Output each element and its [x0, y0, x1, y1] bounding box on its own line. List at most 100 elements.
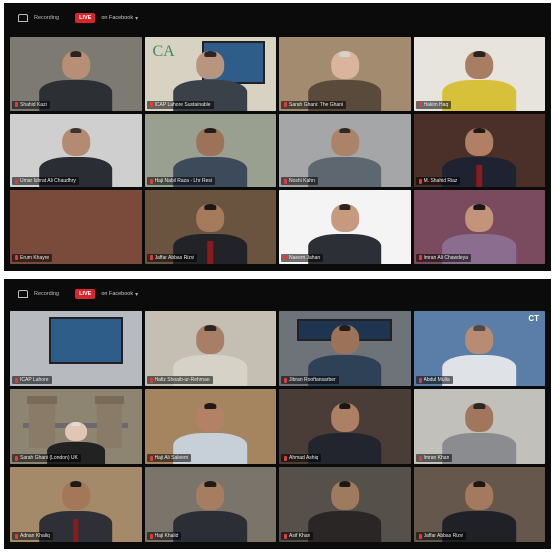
- recording-label: Recording: [34, 15, 60, 21]
- muted-mic-icon: [149, 255, 153, 261]
- participant-tile[interactable]: Jaffar Abbas Rizvi: [144, 190, 276, 264]
- participant-figure: [173, 478, 248, 542]
- participant-name: Naeem Jahan: [289, 254, 321, 261]
- participant-name-tag: Asif Khan: [281, 532, 314, 540]
- participant-tile[interactable]: ICAP Lahore: [10, 311, 142, 386]
- muted-mic-icon: [418, 533, 422, 539]
- participant-tile[interactable]: Shahid Kazi: [10, 37, 142, 111]
- participant-tile[interactable]: Hakim Haq: [413, 37, 545, 111]
- participant-face: [330, 127, 359, 156]
- participant-name-tag: M. Shahid Riaz: [415, 177, 461, 186]
- participant-name-tag: Imran Khan: [415, 454, 453, 462]
- muted-mic-icon: [284, 178, 287, 184]
- muted-mic-icon: [149, 102, 153, 108]
- participant-tile[interactable]: Noshi Kahn: [279, 113, 411, 188]
- participant-tile[interactable]: Hafiz Shoaib-ur-Rehman: [144, 311, 276, 386]
- stream-target[interactable]: on Facebook ▾: [101, 291, 138, 298]
- participant-name-tag: Naeem Jahan: [281, 253, 324, 262]
- participant-face: [465, 204, 494, 233]
- muted-mic-icon: [418, 178, 422, 184]
- participant-tile[interactable]: Umar Ishrat Ali Chaudhry: [10, 113, 142, 188]
- meeting-window-top: Recording LIVE on Facebook ▾ Shahid Kazi…: [4, 3, 551, 271]
- participant-name-tag: Jaffar Abbas Rizvi: [415, 532, 467, 540]
- participant-tile[interactable]: CA ICAP Lahore Sustainable: [144, 37, 276, 111]
- muted-mic-icon: [284, 255, 287, 261]
- participant-name: Hakim Haq: [423, 101, 449, 108]
- muted-mic-icon: [418, 377, 422, 383]
- stream-target[interactable]: on Facebook ▾: [101, 15, 138, 22]
- participant-name: Abdul Mulla: [423, 377, 450, 383]
- participant-face: [465, 403, 494, 432]
- participant-tile[interactable]: Adnan Khaliq: [10, 467, 142, 542]
- participant-tile[interactable]: Sarah Ghani (London) UK: [10, 389, 142, 464]
- participant-name-tag: Ahmad Ashiq: [281, 454, 322, 462]
- necktie: [72, 518, 79, 542]
- participant-name-tag: Hafiz Shoaib-ur-Rehman: [146, 376, 213, 384]
- participant-hair: [473, 51, 486, 57]
- participant-face: [330, 51, 359, 79]
- participant-name: M. Shahid Riaz: [423, 178, 458, 185]
- participant-hair: [338, 127, 351, 134]
- muted-mic-icon: [284, 377, 287, 383]
- participant-name-tag: ICAP Lahore: [12, 376, 52, 384]
- participant-tile[interactable]: Sarah Ghani: The Ghani: [279, 37, 411, 111]
- participant-tile[interactable]: M. Shahid Riaz: [413, 113, 545, 188]
- participant-name: Erum Khayre: [20, 254, 50, 261]
- participant-body: [442, 80, 517, 111]
- live-badge[interactable]: LIVE: [75, 289, 96, 299]
- participant-body: [173, 511, 248, 542]
- participant-name-tag: Umar Ishrat Ali Chaudhry: [12, 177, 79, 186]
- participant-figure: [442, 47, 517, 111]
- participant-face: [196, 204, 225, 233]
- participant-name-tag: Erum Khayre: [12, 253, 53, 262]
- participant-name: ICAP Lahore Sustainable: [154, 101, 211, 108]
- participant-tile[interactable]: Imran Ali Chawdeya: [413, 190, 545, 264]
- participant-hair: [204, 51, 217, 57]
- participant-tile[interactable]: Ahmad Ashiq: [279, 389, 411, 464]
- participant-tile[interactable]: Haji Nabil Raza - Lhr Resi: [144, 113, 276, 188]
- participant-tile[interactable]: EErum Khayre: [10, 190, 142, 264]
- participant-hair: [69, 127, 82, 134]
- participant-name: Haji Nabil Raza - Lhr Resi: [154, 178, 213, 185]
- participant-hair: [71, 421, 81, 426]
- participant-name-tag: Adnan Khaliq: [12, 532, 53, 540]
- participant-hair: [338, 51, 351, 57]
- participant-name-tag: Haji Khalid: [146, 532, 182, 540]
- participant-tile[interactable]: Naeem Jahan: [279, 190, 411, 264]
- participant-face: [61, 481, 90, 510]
- participant-face: [330, 403, 359, 432]
- participant-figure: [442, 400, 517, 464]
- participant-tile[interactable]: Jaffar Abbas Rizvi: [413, 467, 545, 542]
- participant-face: [465, 481, 494, 510]
- participant-tile[interactable]: CT Abdul Mulla: [413, 311, 545, 386]
- participant-body: [442, 433, 517, 464]
- participant-tile[interactable]: Imran Khan: [413, 389, 545, 464]
- necktie: [207, 241, 214, 264]
- participant-hair: [204, 204, 217, 210]
- muted-mic-icon: [284, 455, 287, 461]
- participant-name: Umar Ishrat Ali Chaudhry: [20, 178, 76, 185]
- participant-face: [196, 51, 225, 79]
- meeting-window-bottom: Recording LIVE on Facebook ▾ ICAP Lahore…: [4, 279, 551, 549]
- participant-tile[interactable]: Haji Ali Saleem: [144, 389, 276, 464]
- participant-name-tag: Hakim Haq: [415, 100, 452, 109]
- live-badge[interactable]: LIVE: [75, 13, 96, 23]
- toolbar: Recording LIVE on Facebook ▾: [4, 279, 551, 309]
- participant-tile[interactable]: Jibran Rooftansarber: [279, 311, 411, 386]
- muted-mic-icon: [284, 533, 287, 539]
- participant-name: Jaffar Abbas Rizvi: [423, 533, 464, 539]
- participant-face: [64, 421, 87, 442]
- video-grid: Shahid Kazi CA ICAP Lahore Sustainable Sara…: [10, 37, 545, 267]
- participant-face: [330, 325, 359, 354]
- participant-tile[interactable]: Haji Khalid: [144, 467, 276, 542]
- participant-figure: [38, 47, 113, 111]
- participant-hair: [473, 127, 486, 134]
- muted-mic-icon: [418, 102, 422, 108]
- participant-tile[interactable]: Asif Khan: [279, 467, 411, 542]
- participant-name-tag: Jaffar Abbas Rizvi: [146, 253, 198, 262]
- participant-face: [465, 51, 494, 79]
- participant-face: [196, 127, 225, 156]
- participant-body: [307, 156, 382, 188]
- participant-name-tag: Imran Ali Chawdeya: [415, 253, 471, 262]
- participant-figure: [307, 124, 382, 188]
